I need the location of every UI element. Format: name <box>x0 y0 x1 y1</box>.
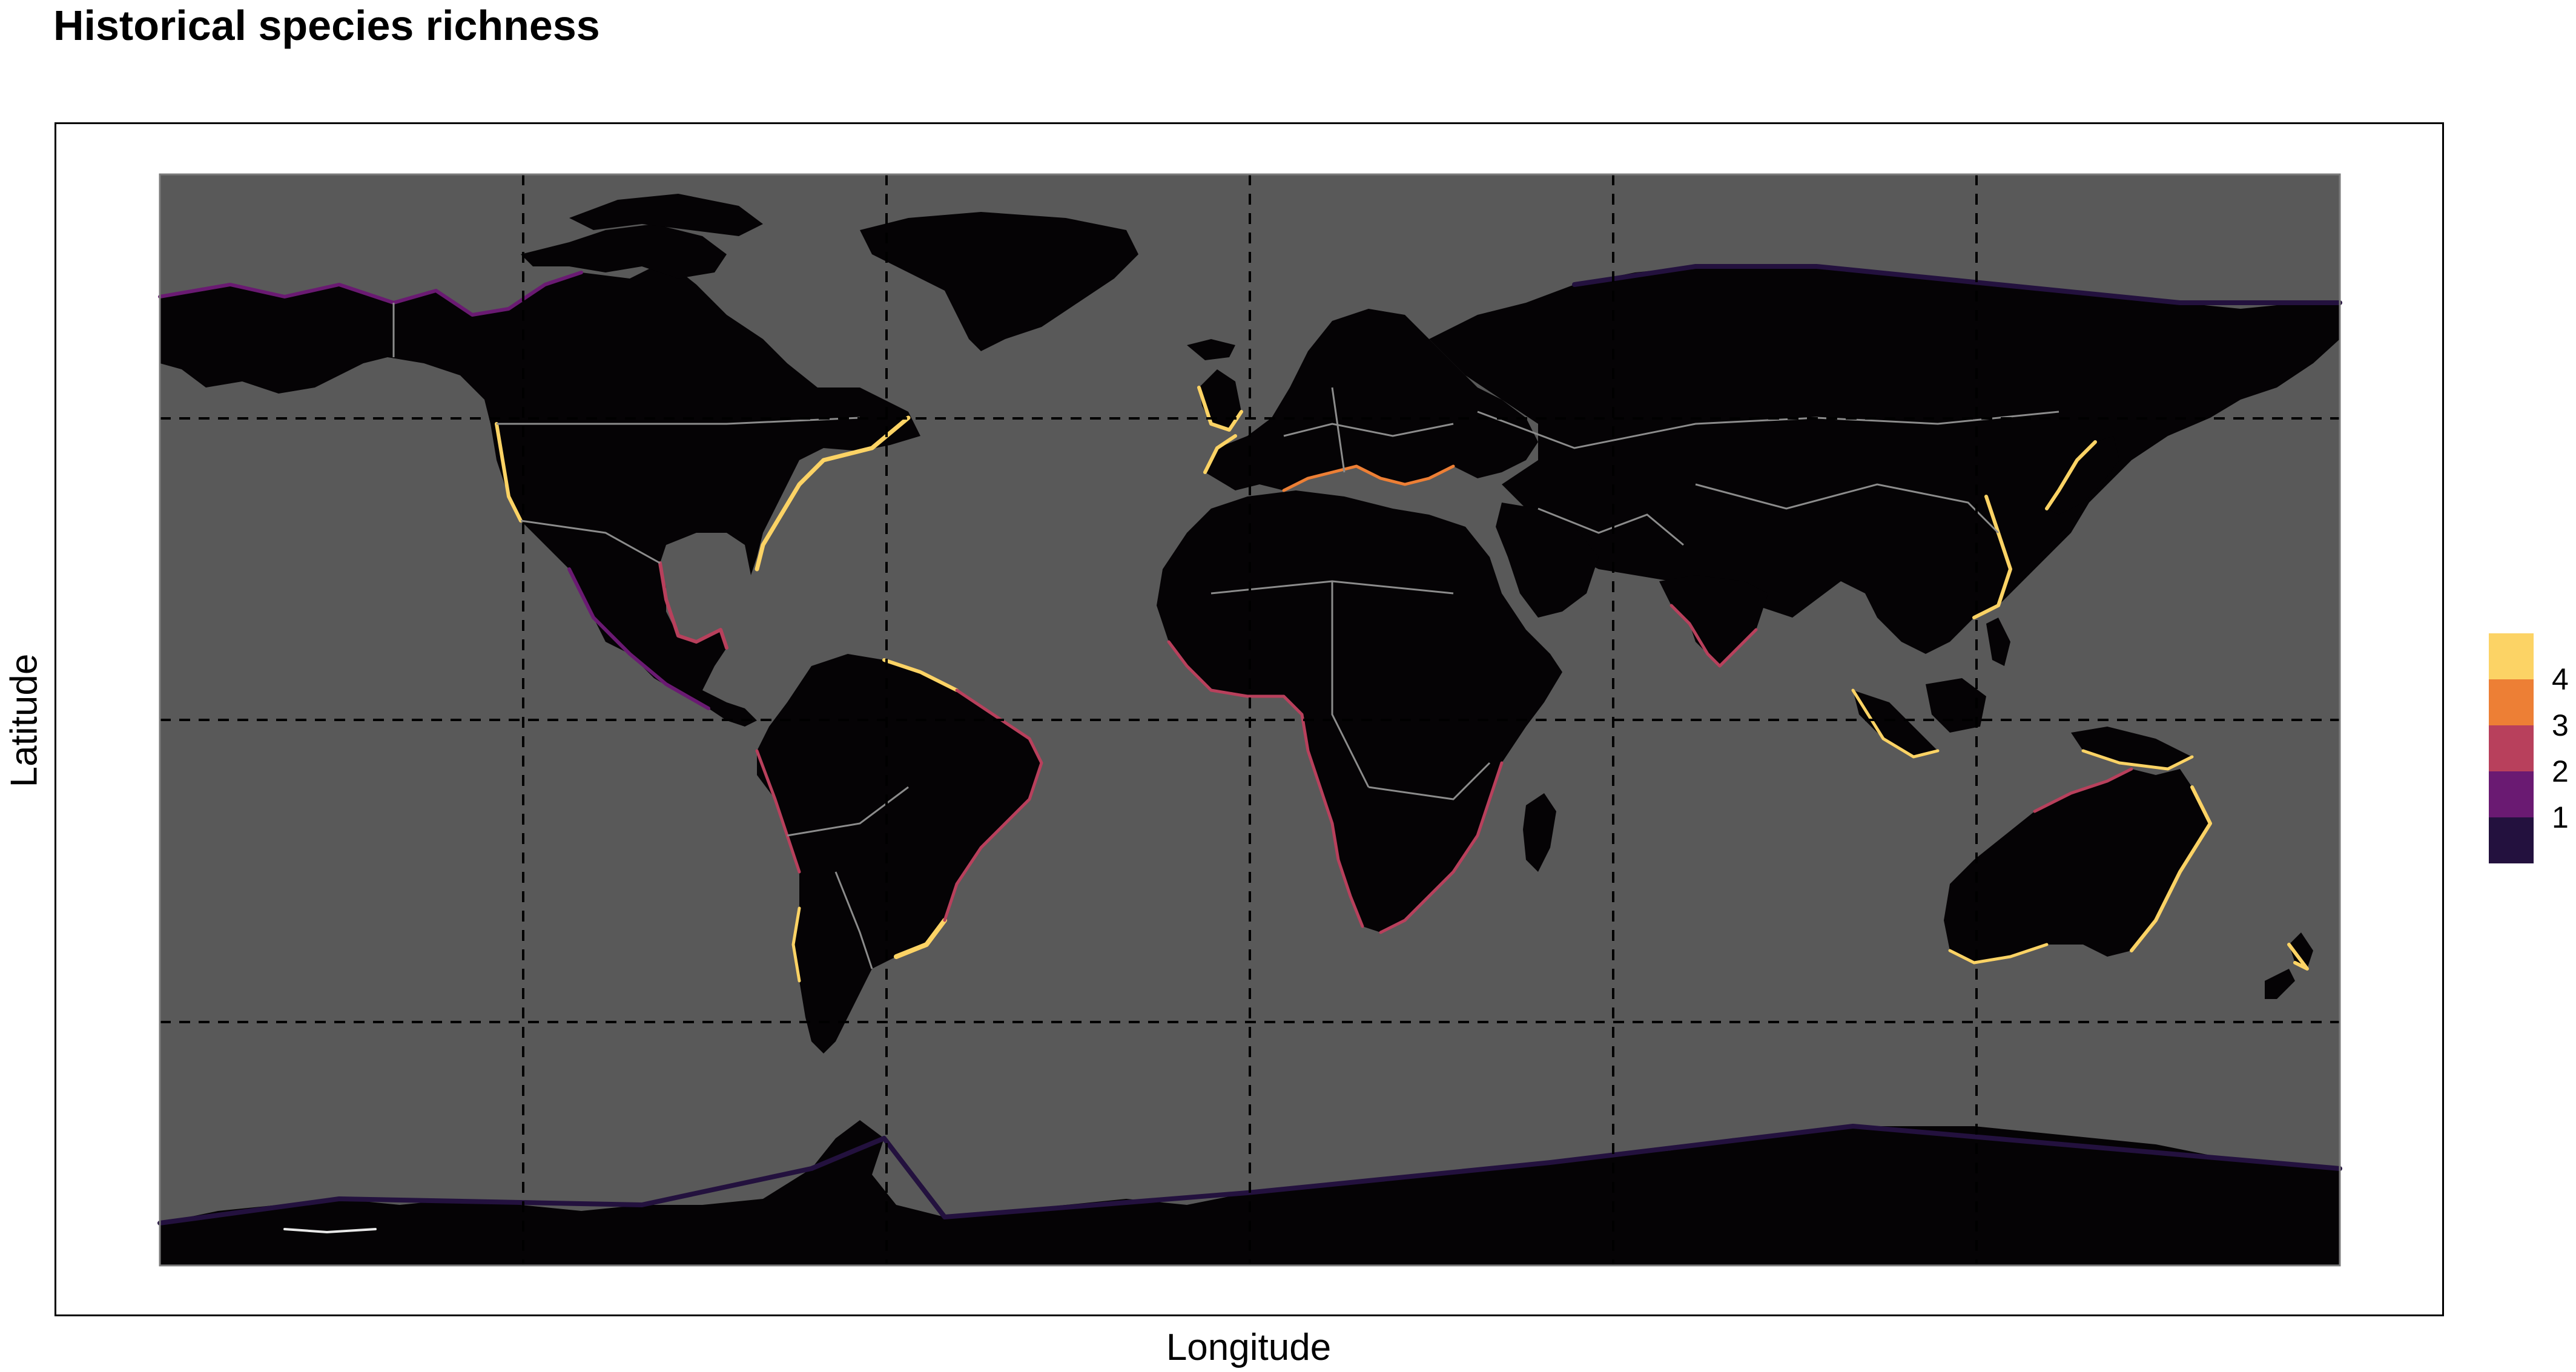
legend-swatch <box>2489 633 2534 679</box>
legend-swatch <box>2489 771 2534 817</box>
legend-label: 4 <box>2552 662 2569 696</box>
legend-label: 3 <box>2552 708 2569 742</box>
legend-label: 1 <box>2552 800 2569 834</box>
legend-swatch <box>2489 817 2534 863</box>
legend-swatch <box>2489 679 2534 725</box>
legend-swatch <box>2489 725 2534 771</box>
legend-label: 2 <box>2552 754 2569 788</box>
world-map <box>157 173 2342 1267</box>
